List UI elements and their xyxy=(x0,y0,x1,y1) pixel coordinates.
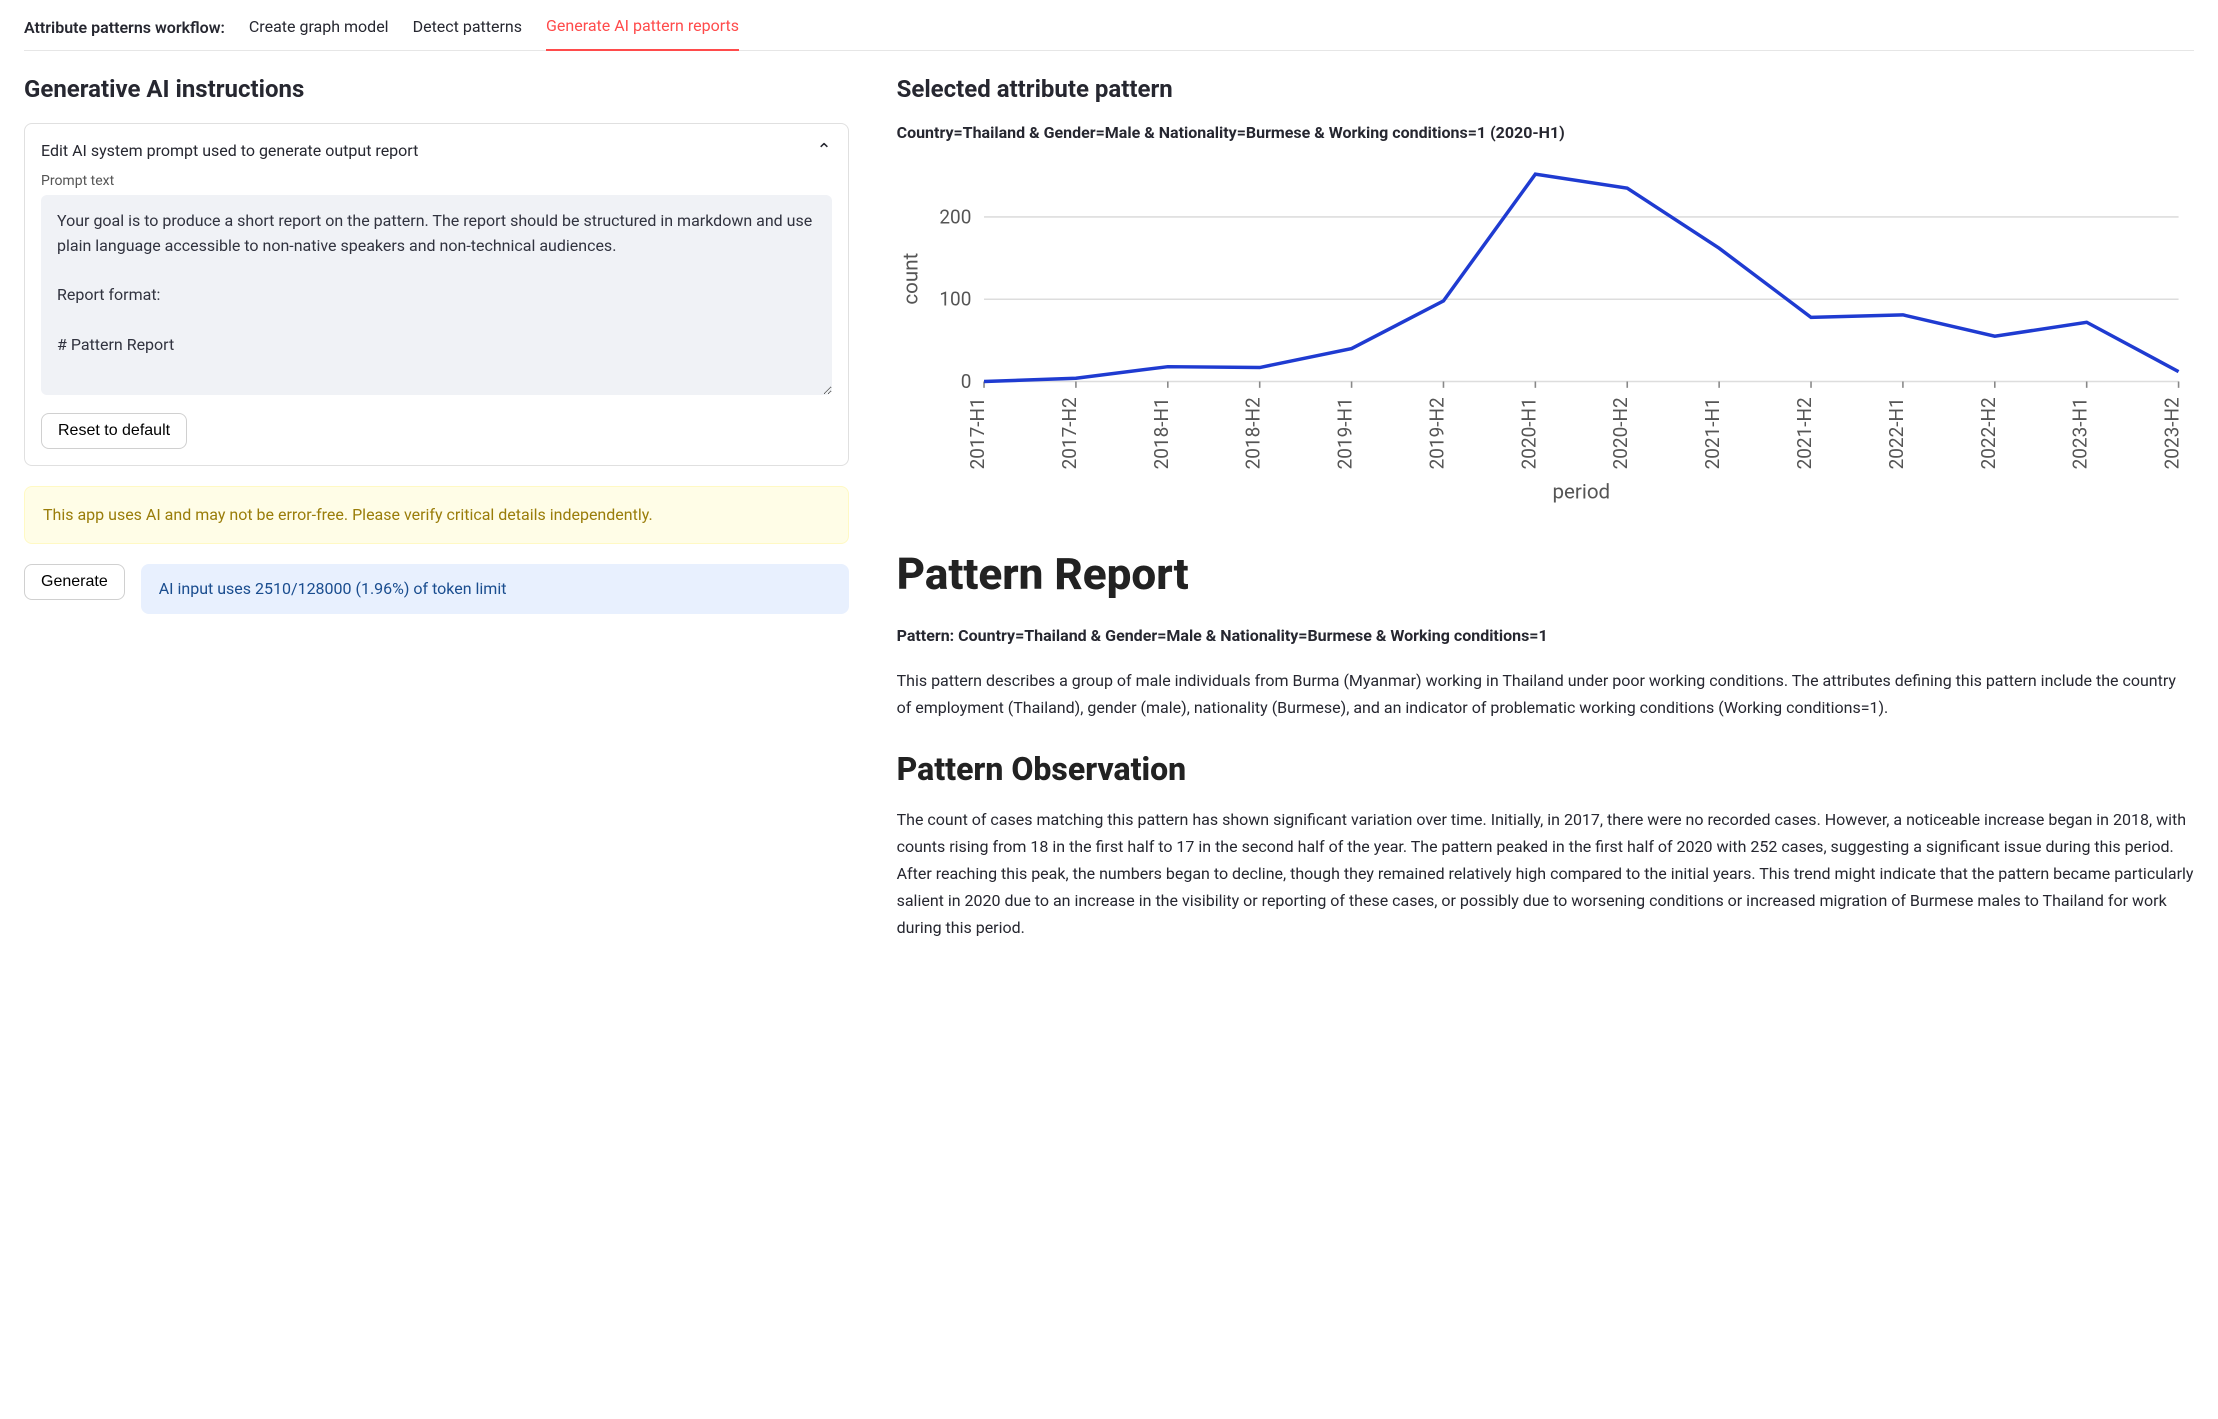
chevron-up-icon: ⌃ xyxy=(817,140,832,161)
workflow-bar: Attribute patterns workflow: Create grap… xyxy=(24,0,2194,51)
svg-text:2023-H2: 2023-H2 xyxy=(2160,397,2183,469)
left-section-title: Generative AI instructions xyxy=(24,75,849,103)
svg-text:0: 0 xyxy=(960,370,971,393)
svg-text:200: 200 xyxy=(939,205,971,228)
token-usage-info: AI input uses 2510/128000 (1.96%) of tok… xyxy=(141,564,849,614)
ai-warning: This app uses AI and may not be error-fr… xyxy=(24,486,849,544)
report-pattern-line: Pattern: Country=Thailand & Gender=Male … xyxy=(897,622,2194,649)
svg-text:2017-H2: 2017-H2 xyxy=(1058,397,1081,469)
svg-text:100: 100 xyxy=(939,288,971,311)
report-p2: The count of cases matching this pattern… xyxy=(897,806,2194,942)
workflow-step-create[interactable]: Create graph model xyxy=(249,17,389,50)
svg-text:count: count xyxy=(899,252,923,304)
expander-header[interactable]: Edit AI system prompt used to generate o… xyxy=(41,140,832,161)
svg-text:2022-H2: 2022-H2 xyxy=(1976,397,1999,469)
pattern-chart: 0 100 200 2017-H1 2017-H2 2018-H1 2018-H2 2019-… xyxy=(897,160,2194,508)
report-h2: Pattern Observation xyxy=(897,750,2194,788)
svg-text:2017-H1: 2017-H1 xyxy=(966,397,989,469)
prompt-textarea[interactable] xyxy=(41,195,832,395)
pattern-report: Pattern Report Pattern: Country=Thailand… xyxy=(897,548,2194,942)
svg-text:2022-H1: 2022-H1 xyxy=(1885,397,1908,469)
workflow-label: Attribute patterns workflow: xyxy=(24,18,225,37)
svg-text:2021-H1: 2021-H1 xyxy=(1701,397,1724,469)
svg-text:2020-H2: 2020-H2 xyxy=(1609,397,1632,469)
expander-label: Edit AI system prompt used to generate o… xyxy=(41,141,418,160)
report-h1: Pattern Report xyxy=(897,548,2194,600)
svg-text:2021-H2: 2021-H2 xyxy=(1793,397,1816,469)
svg-text:2019-H1: 2019-H1 xyxy=(1333,397,1356,469)
line-chart-svg: 0 100 200 2017-H1 2017-H2 2018-H1 2018-H2 2019-… xyxy=(897,160,2194,508)
workflow-step-generate[interactable]: Generate AI pattern reports xyxy=(546,16,739,51)
svg-text:2023-H1: 2023-H1 xyxy=(2068,397,2091,469)
prompt-text-label: Prompt text xyxy=(41,173,832,189)
selected-pattern-label: Country=Thailand & Gender=Male & Nationa… xyxy=(897,123,2194,142)
svg-text:2018-H2: 2018-H2 xyxy=(1241,397,1264,469)
generate-button[interactable]: Generate xyxy=(24,564,125,600)
workflow-step-detect[interactable]: Detect patterns xyxy=(413,17,522,50)
report-p1: This pattern describes a group of male i… xyxy=(897,667,2194,721)
svg-text:2019-H2: 2019-H2 xyxy=(1425,397,1448,469)
right-section-title: Selected attribute pattern xyxy=(897,75,2194,103)
svg-text:period: period xyxy=(1552,481,1610,505)
svg-text:2020-H1: 2020-H1 xyxy=(1517,397,1540,469)
prompt-expander: Edit AI system prompt used to generate o… xyxy=(24,123,849,466)
svg-text:2018-H1: 2018-H1 xyxy=(1149,397,1172,469)
reset-button[interactable]: Reset to default xyxy=(41,413,187,449)
